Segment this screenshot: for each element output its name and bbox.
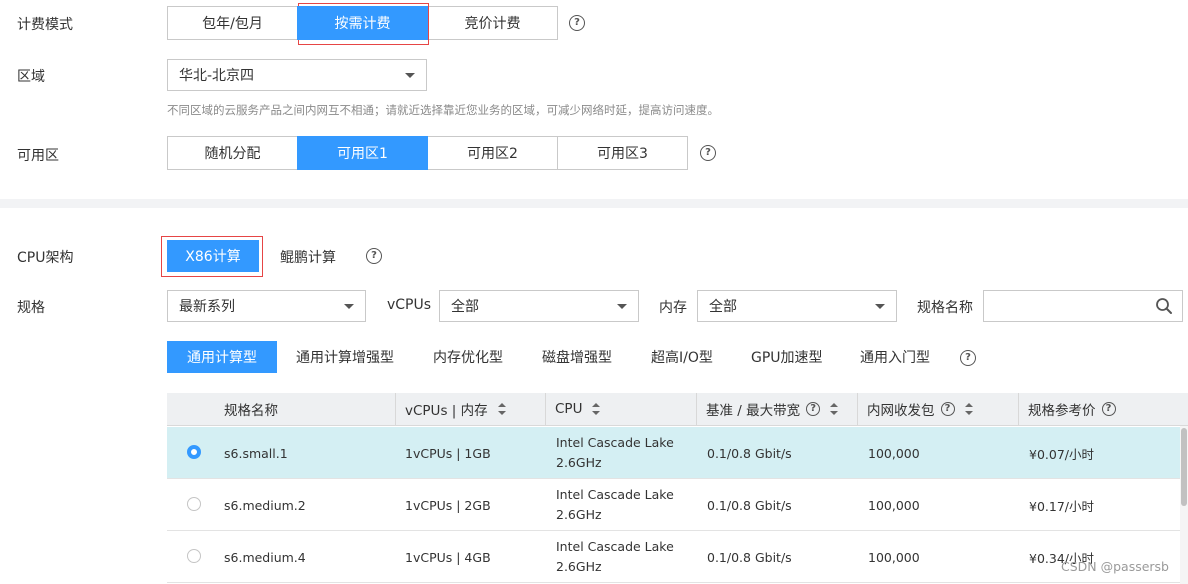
cell-name: s6.medium.2 [224, 497, 306, 513]
price-help-icon[interactable] [1101, 402, 1116, 416]
cell-pps: 100,000 [868, 445, 920, 461]
tab-disk-enhanced[interactable]: 磁盘增强型 [542, 341, 612, 373]
sort-icon[interactable] [592, 403, 601, 415]
cell-cpu: Intel Cascade Lake 2.6GHz [556, 427, 674, 479]
memory-filter-select[interactable]: 全部 [697, 290, 897, 322]
col-header-name: 规格名称 [224, 403, 278, 419]
row-radio-button[interactable] [187, 445, 201, 459]
tab-general-enhanced[interactable]: 通用计算增强型 [296, 341, 394, 373]
spec-name-label: 规格名称 [917, 300, 973, 316]
tabs-help-icon[interactable] [960, 350, 976, 366]
caret-down-icon [405, 73, 415, 78]
tab-memory-optimized[interactable]: 内存优化型 [433, 341, 503, 373]
cell-cpu: Intel Cascade Lake 2.6GHz [556, 479, 674, 531]
row-radio-button[interactable] [187, 497, 201, 511]
tab-ultra-high-io[interactable]: 超高I/O型 [651, 341, 713, 373]
search-icon[interactable] [1155, 297, 1173, 315]
az-help-icon[interactable] [700, 145, 716, 161]
region-label: 区域 [17, 69, 45, 85]
region-select[interactable]: 华北-北京四 [167, 59, 427, 91]
cell-name: s6.small.1 [224, 445, 288, 461]
spec-label: 规格 [17, 300, 45, 316]
caret-down-icon [344, 304, 354, 309]
cpu-arch-label: CPU架构 [17, 250, 74, 266]
sort-icon[interactable] [497, 403, 506, 415]
highlight-box-x86 [161, 236, 263, 277]
table-row[interactable]: s6.small.1 1vCPUs | 1GB Intel Cascade La… [167, 427, 1180, 479]
table-scrollbar-thumb[interactable] [1181, 428, 1187, 506]
cpu-arch-kunpeng-button[interactable]: 鲲鹏计算 [280, 247, 336, 267]
sort-icon[interactable] [830, 403, 839, 415]
cell-price: ¥0.17/小时 [1029, 498, 1094, 514]
cell-pps: 100,000 [868, 497, 920, 513]
billing-option-on-demand[interactable]: 按需计费 [297, 6, 428, 40]
cell-price: ¥0.34/小时 [1029, 550, 1094, 566]
memory-filter-label: 内存 [659, 300, 687, 316]
col-header-bandwidth[interactable]: 基准 / 最大带宽 [696, 393, 857, 425]
section-divider [0, 199, 1188, 208]
cpu-arch-help-icon[interactable] [366, 248, 382, 264]
cell-vcpus-memory: 1vCPUs | 4GB [405, 549, 491, 565]
tab-general-purpose[interactable]: 通用计算型 [167, 341, 277, 373]
col-header-cpu[interactable]: CPU [545, 393, 696, 425]
region-select-value: 华北-北京四 [179, 68, 255, 84]
col-header-price: 规格参考价 [1018, 393, 1188, 425]
cell-cpu-freq: 2.6GHz [556, 455, 602, 470]
billing-option-yearly-monthly[interactable]: 包年/包月 [167, 6, 298, 40]
cell-cpu-model: Intel Cascade Lake [556, 539, 674, 554]
caret-down-icon [875, 304, 885, 309]
spec-table-header: 规格名称 vCPUs | 内存 CPU 基准 / 最大带宽 内网收发包 规格参考… [167, 393, 1188, 426]
tab-entry-level[interactable]: 通用入门型 [860, 341, 930, 373]
cell-bandwidth: 0.1/0.8 Gbit/s [707, 445, 792, 461]
cell-bandwidth: 0.1/0.8 Gbit/s [707, 549, 792, 565]
table-row[interactable]: s6.medium.2 1vCPUs | 2GB Intel Cascade L… [167, 479, 1180, 531]
cell-name: s6.medium.4 [224, 549, 306, 565]
cell-cpu-freq: 2.6GHz [556, 559, 602, 574]
cell-vcpus-memory: 1vCPUs | 2GB [405, 497, 491, 513]
az-group: 随机分配 可用区1 可用区2 可用区3 [167, 136, 688, 170]
spec-series-value: 最新系列 [179, 299, 235, 315]
az-option-3[interactable]: 可用区3 [557, 136, 688, 170]
memory-filter-value: 全部 [709, 299, 737, 315]
az-option-1[interactable]: 可用区1 [297, 136, 428, 170]
billing-mode-group: 包年/包月 按需计费 竞价计费 [167, 6, 558, 40]
sort-icon[interactable] [964, 403, 973, 415]
az-option-random[interactable]: 随机分配 [167, 136, 298, 170]
col-header-vcpus-memory[interactable]: vCPUs | 内存 [395, 393, 545, 425]
row-radio-button[interactable] [187, 549, 201, 563]
billing-help-icon[interactable] [569, 15, 585, 31]
pps-help-icon[interactable] [940, 402, 955, 416]
az-option-2[interactable]: 可用区2 [427, 136, 558, 170]
bandwidth-help-icon[interactable] [806, 402, 821, 416]
cell-cpu-freq: 2.6GHz [556, 507, 602, 522]
cell-cpu-model: Intel Cascade Lake [556, 487, 674, 502]
col-header-pps[interactable]: 内网收发包 [857, 393, 1018, 425]
cell-cpu: Intel Cascade Lake 2.6GHz [556, 531, 674, 583]
cell-bandwidth: 0.1/0.8 Gbit/s [707, 497, 792, 513]
spec-series-select[interactable]: 最新系列 [167, 290, 366, 322]
watermark: CSDN @passersb [1060, 559, 1169, 574]
cell-cpu-model: Intel Cascade Lake [556, 435, 674, 450]
caret-down-icon [617, 304, 627, 309]
vcpus-filter-value: 全部 [451, 299, 479, 315]
cell-vcpus-memory: 1vCPUs | 1GB [405, 445, 491, 461]
vcpus-filter-label: vCPUs [387, 297, 432, 313]
billing-option-spot[interactable]: 竞价计费 [427, 6, 558, 40]
az-label: 可用区 [17, 148, 59, 164]
region-hint: 不同区域的云服务产品之间内网互不相通；请就近选择靠近您业务的区域，可减少网络时延… [167, 103, 719, 117]
billing-mode-label: 计费模式 [17, 17, 73, 33]
cell-pps: 100,000 [868, 549, 920, 565]
tab-gpu-accelerated[interactable]: GPU加速型 [751, 341, 823, 373]
table-row[interactable]: s6.medium.4 1vCPUs | 4GB Intel Cascade L… [167, 531, 1180, 583]
spec-name-search-input[interactable] [983, 290, 1183, 322]
cell-price: ¥0.07/小时 [1029, 446, 1094, 462]
vcpus-filter-select[interactable]: 全部 [439, 290, 639, 322]
